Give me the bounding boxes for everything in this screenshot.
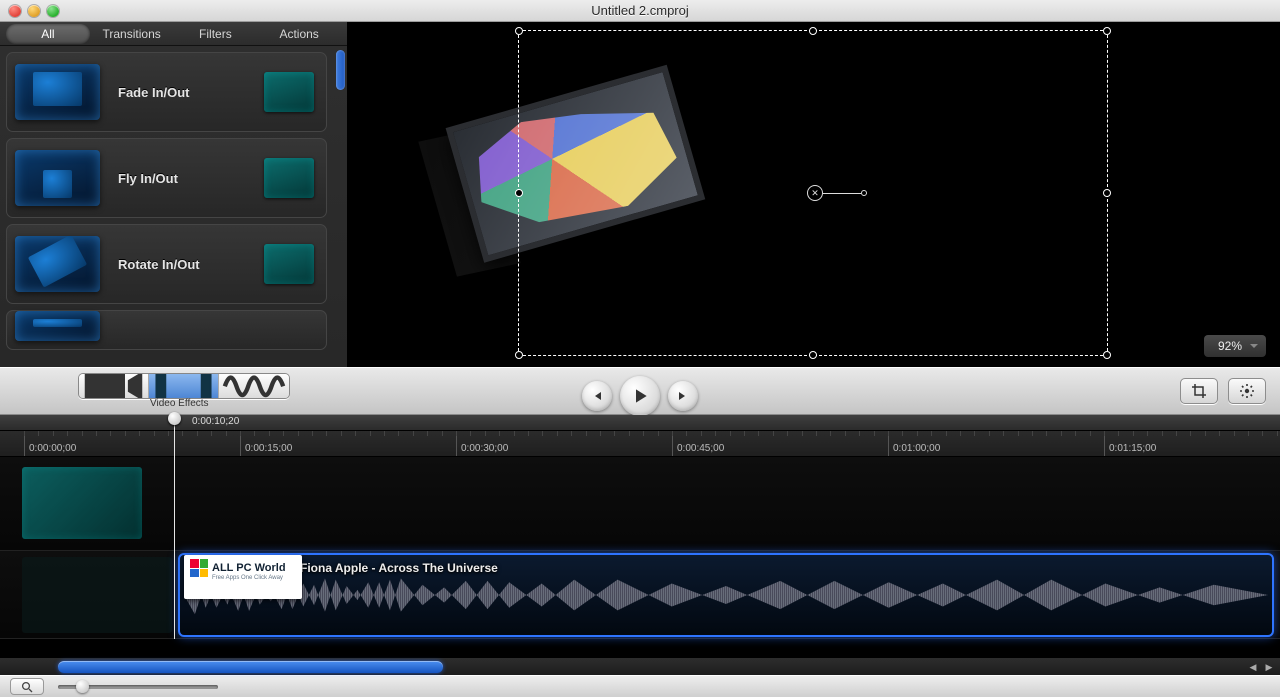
crop-button[interactable] [1180, 378, 1218, 404]
settings-button[interactable] [1228, 378, 1266, 404]
audio-clip-left[interactable] [22, 557, 172, 633]
ruler-tick: 0:00:30;00 [456, 431, 508, 456]
ruler-tick: 0:01:15;00 [1104, 431, 1156, 456]
effects-tab-transitions[interactable]: Transitions [90, 24, 174, 44]
timeline-ruler[interactable]: 0:00:00;00 0:00:15;00 0:00:30;00 0:00:45;00… [0, 431, 1280, 457]
titlebar: Untitled 2.cmproj [0, 0, 1280, 22]
audio-clip[interactable]: Fiona Apple - Across The Universe [178, 553, 1274, 637]
window-title: Untitled 2.cmproj [0, 3, 1280, 18]
ruler-tick: 0:00:15;00 [240, 431, 292, 456]
ruler-tick: 0:01:00;00 [888, 431, 940, 456]
effects-tab-actions[interactable]: Actions [257, 24, 341, 44]
rotation-handle[interactable]: ✕ [807, 185, 867, 201]
next-frame-button[interactable] [668, 381, 698, 411]
effect-preview-chip [264, 244, 314, 284]
video-clip[interactable] [22, 467, 142, 539]
ruler-tick: 0:00:45;00 [672, 431, 724, 456]
effect-preview-chip [264, 158, 314, 198]
timeline-zoom-button[interactable] [10, 678, 44, 695]
scroll-right-icon[interactable]: ▶ [1262, 660, 1276, 674]
effect-thumb-icon [15, 64, 100, 120]
audio-clip-label: Fiona Apple - Across The Universe [300, 561, 498, 575]
effects-panel: All Transitions Filters Actions Fade In/… [0, 22, 348, 367]
playhead-timecode: 0:00:10;20 [192, 416, 239, 427]
effect-item-fade[interactable]: Fade In/Out [6, 52, 327, 132]
prev-frame-button[interactable] [582, 381, 612, 411]
effect-thumb-icon [15, 150, 100, 206]
effect-item-rotate[interactable]: Rotate In/Out [6, 224, 327, 304]
playhead[interactable] [174, 415, 175, 639]
bottom-bar [0, 675, 1280, 697]
timeline-zoom-slider[interactable] [58, 685, 218, 689]
effect-item-fly[interactable]: Fly In/Out [6, 138, 327, 218]
mode-media-button[interactable] [79, 374, 149, 398]
effect-thumb-icon [15, 236, 100, 292]
toolbar-mode-segment [78, 373, 290, 399]
watermark-overlay: ALL PC World Free Apps One Click Away [184, 555, 302, 599]
slider-knob[interactable] [76, 680, 89, 693]
scrollbar-thumb[interactable] [58, 661, 443, 673]
effect-thumb-icon [15, 311, 100, 341]
effects-list: Fade In/Out Fly In/Out Rotate In/Out Sli… [0, 46, 347, 367]
timeline: 0:00:10;20 0:00:00;00 0:00:15;00 0:00:30;0… [0, 415, 1280, 675]
playback-controls [582, 376, 698, 416]
effect-preview-chip [264, 72, 314, 112]
play-button[interactable] [620, 376, 660, 416]
timeline-tracks[interactable]: Fiona Apple - Across The Universe ALL PC… [0, 457, 1280, 657]
toolbar: Video Effects [0, 367, 1280, 415]
effect-label: Fly In/Out [118, 171, 246, 186]
effects-tabs: All Transitions Filters Actions [0, 22, 347, 46]
timeline-scrollbar[interactable]: ◀ ▶ [0, 657, 1280, 675]
effect-item-slide[interactable]: Slide In/Out [6, 310, 327, 350]
ruler-tick: 0:00:00;00 [24, 431, 76, 456]
effects-tab-all[interactable]: All [6, 24, 90, 44]
effects-tab-filters[interactable]: Filters [174, 24, 258, 44]
toolbar-mode-caption: Video Effects [150, 398, 209, 409]
timeline-header[interactable]: 0:00:10;20 [0, 415, 1280, 431]
mode-audio-effects-button[interactable] [219, 374, 289, 398]
preview-canvas[interactable]: ✕ 92% [348, 22, 1280, 367]
video-track[interactable] [0, 457, 1280, 551]
mode-video-effects-button[interactable] [149, 374, 219, 398]
canvas-zoom-dropdown[interactable]: 92% [1204, 335, 1266, 357]
effect-label: Rotate In/Out [118, 257, 246, 272]
scroll-left-icon[interactable]: ◀ [1246, 660, 1260, 674]
effect-label: Fade In/Out [118, 85, 246, 100]
effects-scrollbar[interactable] [336, 50, 345, 90]
